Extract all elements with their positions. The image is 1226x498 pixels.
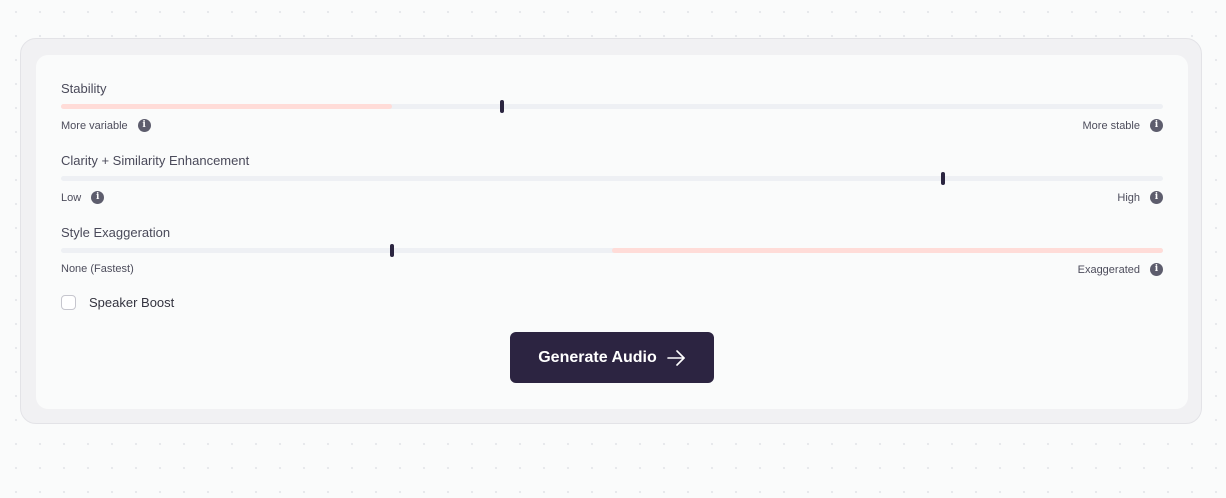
info-icon[interactable]: i [91,191,105,204]
voice-settings-card: Stability More variable i More stable i … [36,55,1188,409]
style-exaggeration-label: Style Exaggeration [61,225,171,240]
clarity-max-text: High [1117,191,1140,204]
speaker-boost-label: Speaker Boost [89,295,175,310]
stability-label: Stability [61,81,107,96]
stability-slider-thumb[interactable] [499,100,504,113]
style-exaggeration-slider[interactable] [61,244,1163,257]
speaker-boost-toggle[interactable]: Speaker Boost [61,295,174,310]
style-exaggeration-max-text: Exaggerated [1077,263,1140,276]
clarity-min-text: Low [61,191,82,204]
clarity-min-label: Low i [61,191,105,204]
info-icon[interactable]: i [137,119,151,132]
style-exaggeration-min-label: None (Fastest) [61,263,134,275]
generate-audio-label: Generate Audio [538,348,657,366]
info-icon[interactable]: i [1150,263,1163,276]
generate-audio-button[interactable]: Generate Audio [510,332,714,383]
stability-max-label: More stable i [1083,119,1163,132]
stability-min-label: More variable i [61,119,151,132]
arrow-right-icon [666,349,686,366]
clarity-max-label: High i [1117,191,1163,204]
style-exaggeration-slider-thumb[interactable] [389,244,394,257]
stability-max-text: More stable [1082,119,1140,132]
stability-track-highlight [61,104,392,109]
speaker-boost-checkbox[interactable] [61,295,76,310]
info-icon[interactable]: i [1150,191,1163,204]
style-exaggeration-track-highlight [612,248,1163,253]
info-icon[interactable]: i [1150,119,1163,132]
style-exaggeration-max-label: Exaggerated i [1078,263,1163,276]
clarity-slider[interactable] [61,172,1163,185]
clarity-slider-thumb[interactable] [940,172,945,185]
stability-slider[interactable] [61,100,1163,113]
style-exaggeration-min-text: None (Fastest) [61,263,134,275]
voice-settings-panel: Stability More variable i More stable i … [20,38,1202,424]
clarity-label: Clarity + Similarity Enhancement [61,153,250,168]
stability-min-text: More variable [61,119,128,132]
